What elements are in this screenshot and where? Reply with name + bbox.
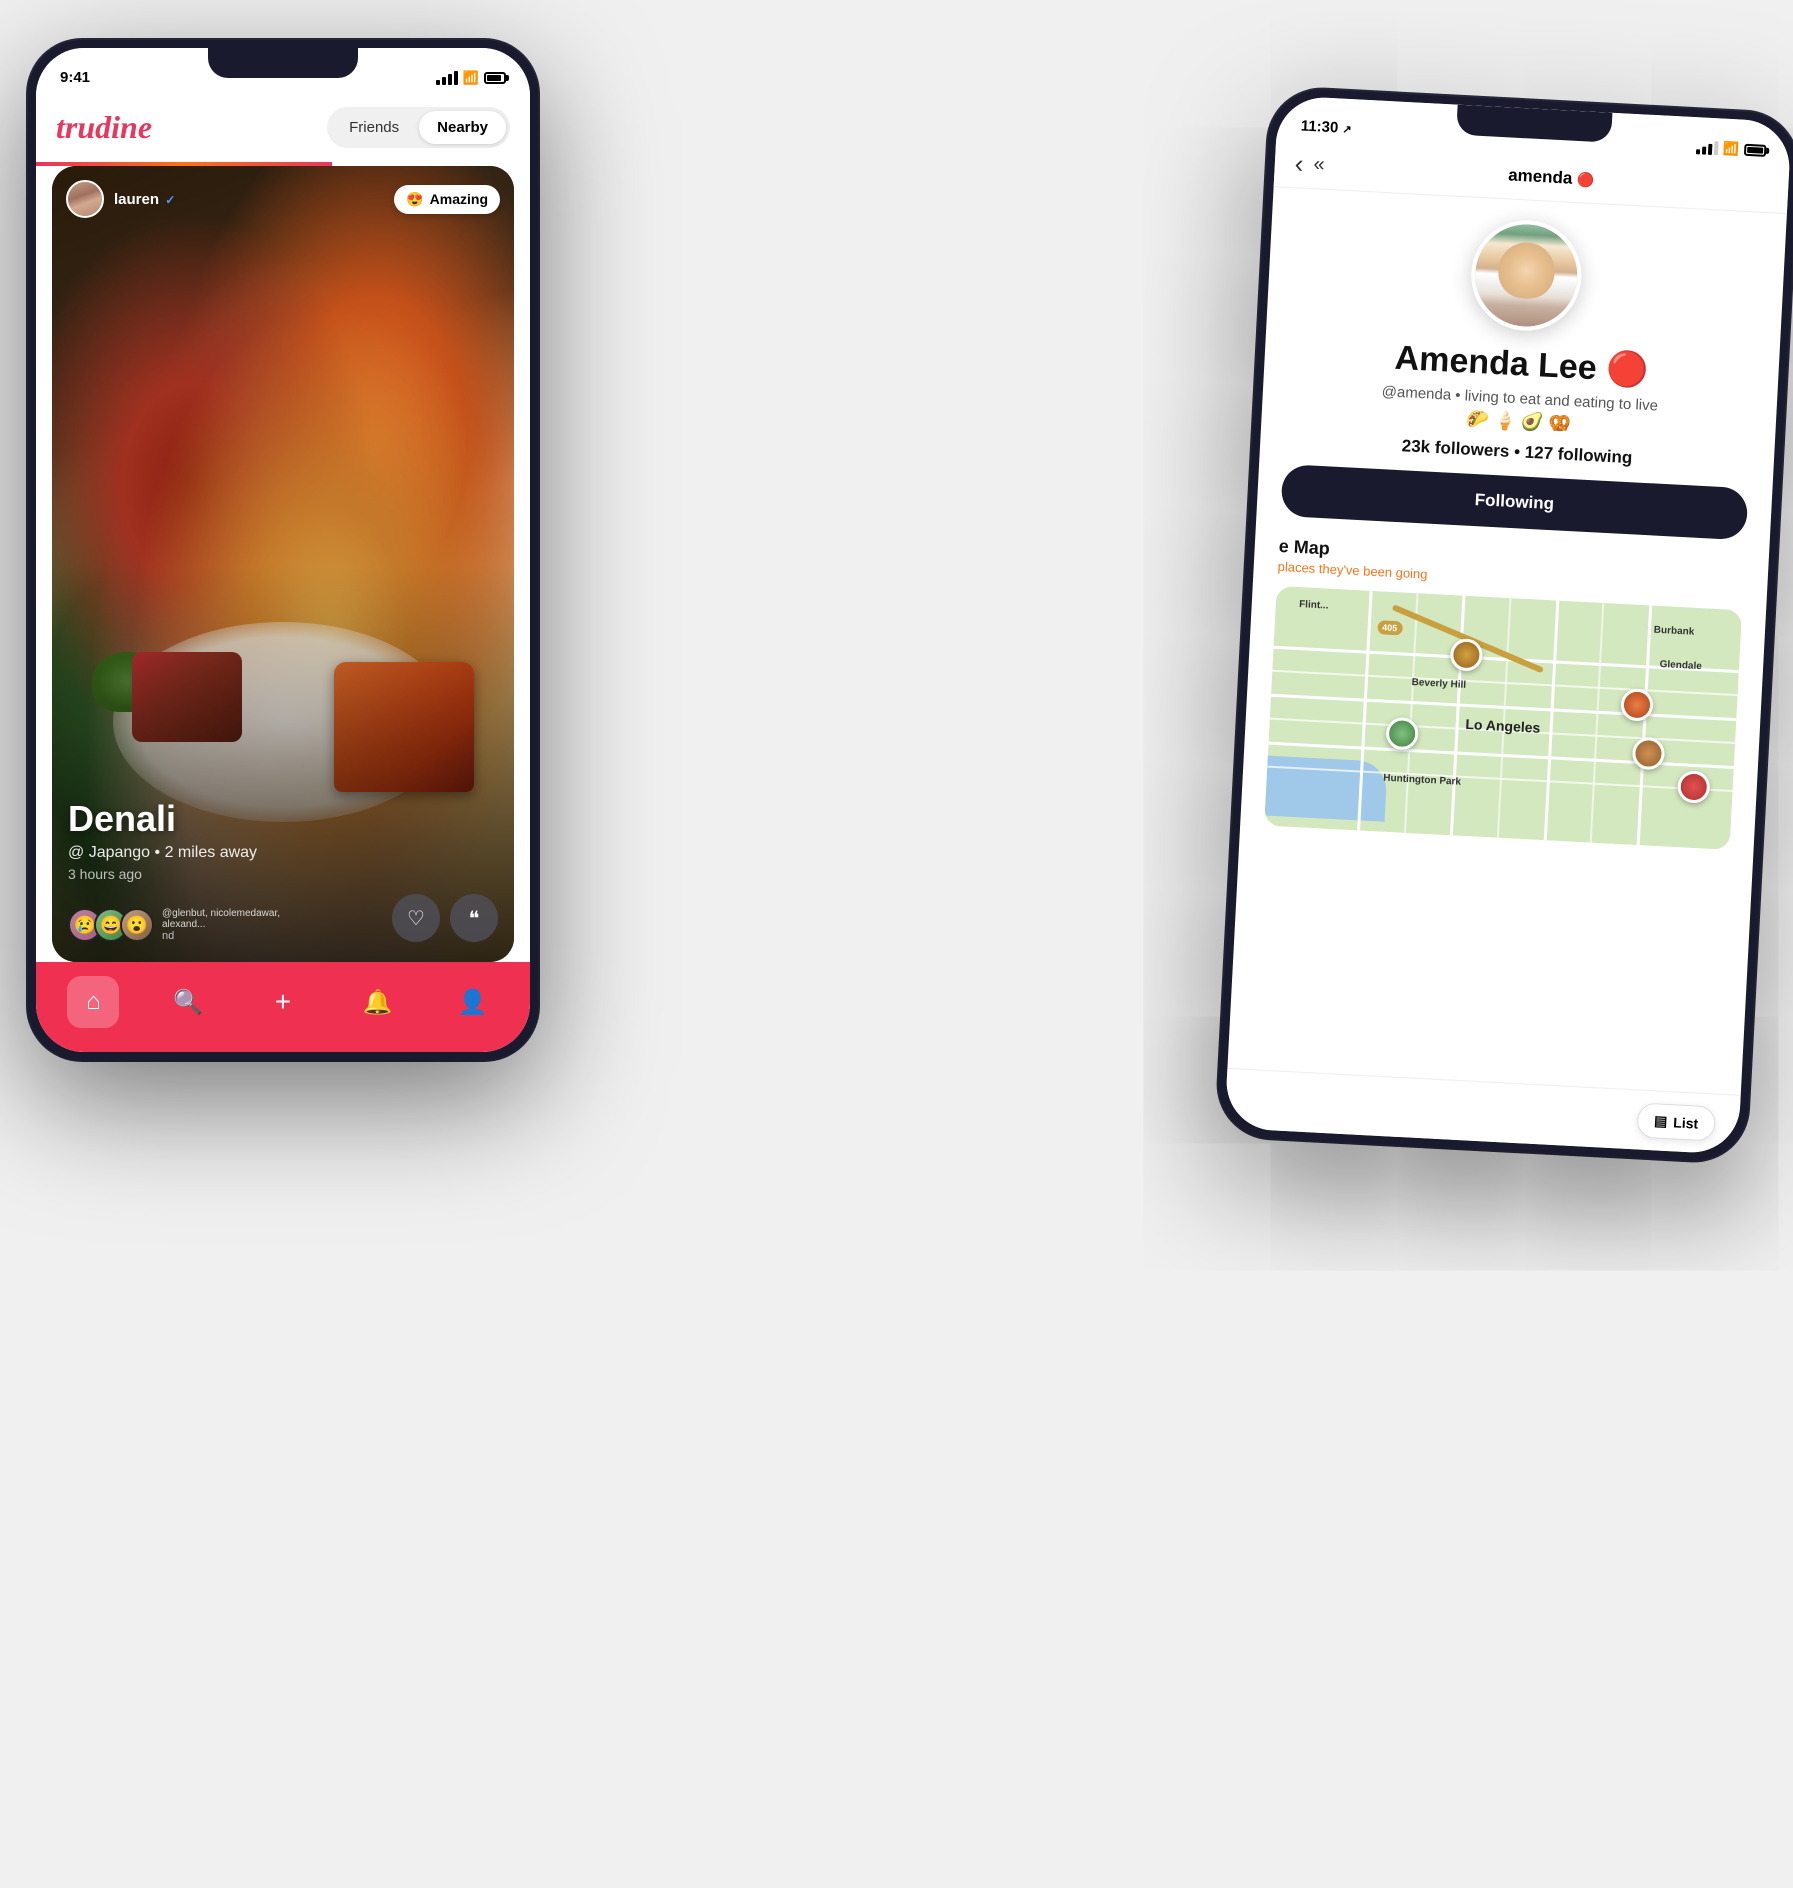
reactor-names: @glenbut, nicolemedawar, alexand... nd: [162, 908, 282, 942]
double-chevron-icon[interactable]: «: [1313, 153, 1325, 177]
app-logo-1: trudine: [56, 109, 152, 146]
progress-bar-fill: [36, 162, 332, 166]
battery-icon-1: [484, 72, 506, 84]
nav-notifications[interactable]: 🔔: [352, 976, 404, 1028]
status-icons-1: 📶: [436, 70, 506, 86]
nav-home[interactable]: ⌂: [67, 976, 119, 1028]
user-info: lauren ✓: [66, 180, 175, 218]
map-label-glendale: Glendale: [1659, 659, 1702, 672]
reaction-label: Amazing: [430, 191, 488, 207]
reaction-emoji: 😍: [406, 191, 423, 208]
quote-icon: ❝: [469, 906, 480, 931]
post-avatar: [66, 180, 104, 218]
list-view-button[interactable]: ▤ List: [1636, 1102, 1716, 1141]
tab-switch-1[interactable]: Friends Nearby: [327, 107, 510, 148]
avatar-section: [1267, 187, 1787, 344]
search-icon: 🔍: [173, 988, 203, 1017]
reactors-section: 😢 😄 😮 @glenbut, nicolemedawar, alexand..…: [68, 908, 282, 942]
progress-bar-1: [36, 162, 530, 166]
nav-search[interactable]: 🔍: [162, 976, 214, 1028]
status-icons-2: 📶: [1696, 139, 1767, 159]
time-ago: 3 hours ago: [68, 866, 498, 882]
heart-icon: ♡: [407, 906, 425, 931]
map-label-burbank: Burbank: [1653, 625, 1694, 638]
bell-icon: 🔔: [363, 988, 393, 1017]
list-icon: ▤: [1654, 1112, 1668, 1130]
tab-nearby[interactable]: Nearby: [419, 111, 506, 144]
back-arrow-btn[interactable]: ‹: [1294, 148, 1304, 179]
signal-icon-2: [1696, 140, 1719, 155]
feed-card-1: lauren ✓ 😍 Amazing Denali @ Japango • 2 …: [52, 166, 514, 962]
tab-friends[interactable]: Friends: [331, 111, 417, 144]
app-header-1: trudine Friends Nearby: [36, 92, 530, 162]
post-content: Denali @ Japango • 2 miles away 3 hours …: [68, 798, 498, 882]
map-background: 405 Burbank Glendale Beverly Hill Lo Ang…: [1264, 586, 1742, 850]
plus-icon: +: [275, 986, 291, 1018]
follow-button[interactable]: Following: [1280, 464, 1748, 540]
battery-icon-2: [1744, 144, 1767, 157]
comment-button[interactable]: ❝: [450, 894, 498, 942]
verified-red-dot: 🔴: [1577, 171, 1595, 188]
wifi-icon-1: 📶: [463, 70, 479, 86]
phone2: 11:30 ↗ 📶 ‹: [1216, 87, 1793, 1163]
post-username: lauren ✓: [114, 191, 175, 208]
map-section: e Map places they've been going: [1240, 535, 1768, 852]
profile-content: Amenda Lee 🔴 @amenda • living to eat and…: [1227, 187, 1786, 1095]
home-icon: ⌂: [86, 988, 101, 1016]
map-label-flint: Flint...: [1299, 599, 1329, 612]
profile-icon: 👤: [458, 988, 488, 1017]
signal-icon-1: [436, 71, 458, 85]
notch1: [208, 48, 358, 78]
bottom-nav-1: ⌂ 🔍 + 🔔 👤: [36, 962, 530, 1052]
profile-nav-title: amenda 🔴: [1334, 156, 1769, 199]
profile-verified-emoji: 🔴: [1605, 350, 1649, 390]
map-container[interactable]: 405 Burbank Glendale Beverly Hill Lo Ang…: [1264, 586, 1742, 850]
reaction-badge[interactable]: 😍 Amazing: [394, 185, 500, 214]
like-button[interactable]: ♡: [392, 894, 440, 942]
list-label: List: [1673, 1114, 1699, 1131]
location-arrow-icon: ↗: [1342, 124, 1352, 136]
status-time-1: 9:41: [60, 69, 90, 86]
profile-avatar: [1469, 218, 1585, 334]
verified-checkmark: ✓: [165, 193, 175, 207]
nav-add[interactable]: +: [257, 976, 309, 1028]
nav-profile[interactable]: 👤: [447, 976, 499, 1028]
wifi-icon-2: 📶: [1723, 141, 1740, 158]
restaurant-name: Denali: [68, 798, 498, 840]
action-buttons[interactable]: ♡ ❝: [392, 894, 498, 942]
phone1: 9:41 📶 trudine: [28, 40, 538, 1060]
user-overlay: lauren ✓ 😍 Amazing: [66, 180, 500, 218]
status-time-2: 11:30 ↗: [1300, 117, 1352, 137]
reactor-3: 😮: [120, 908, 154, 942]
location-info: @ Japango • 2 miles away: [68, 844, 498, 862]
